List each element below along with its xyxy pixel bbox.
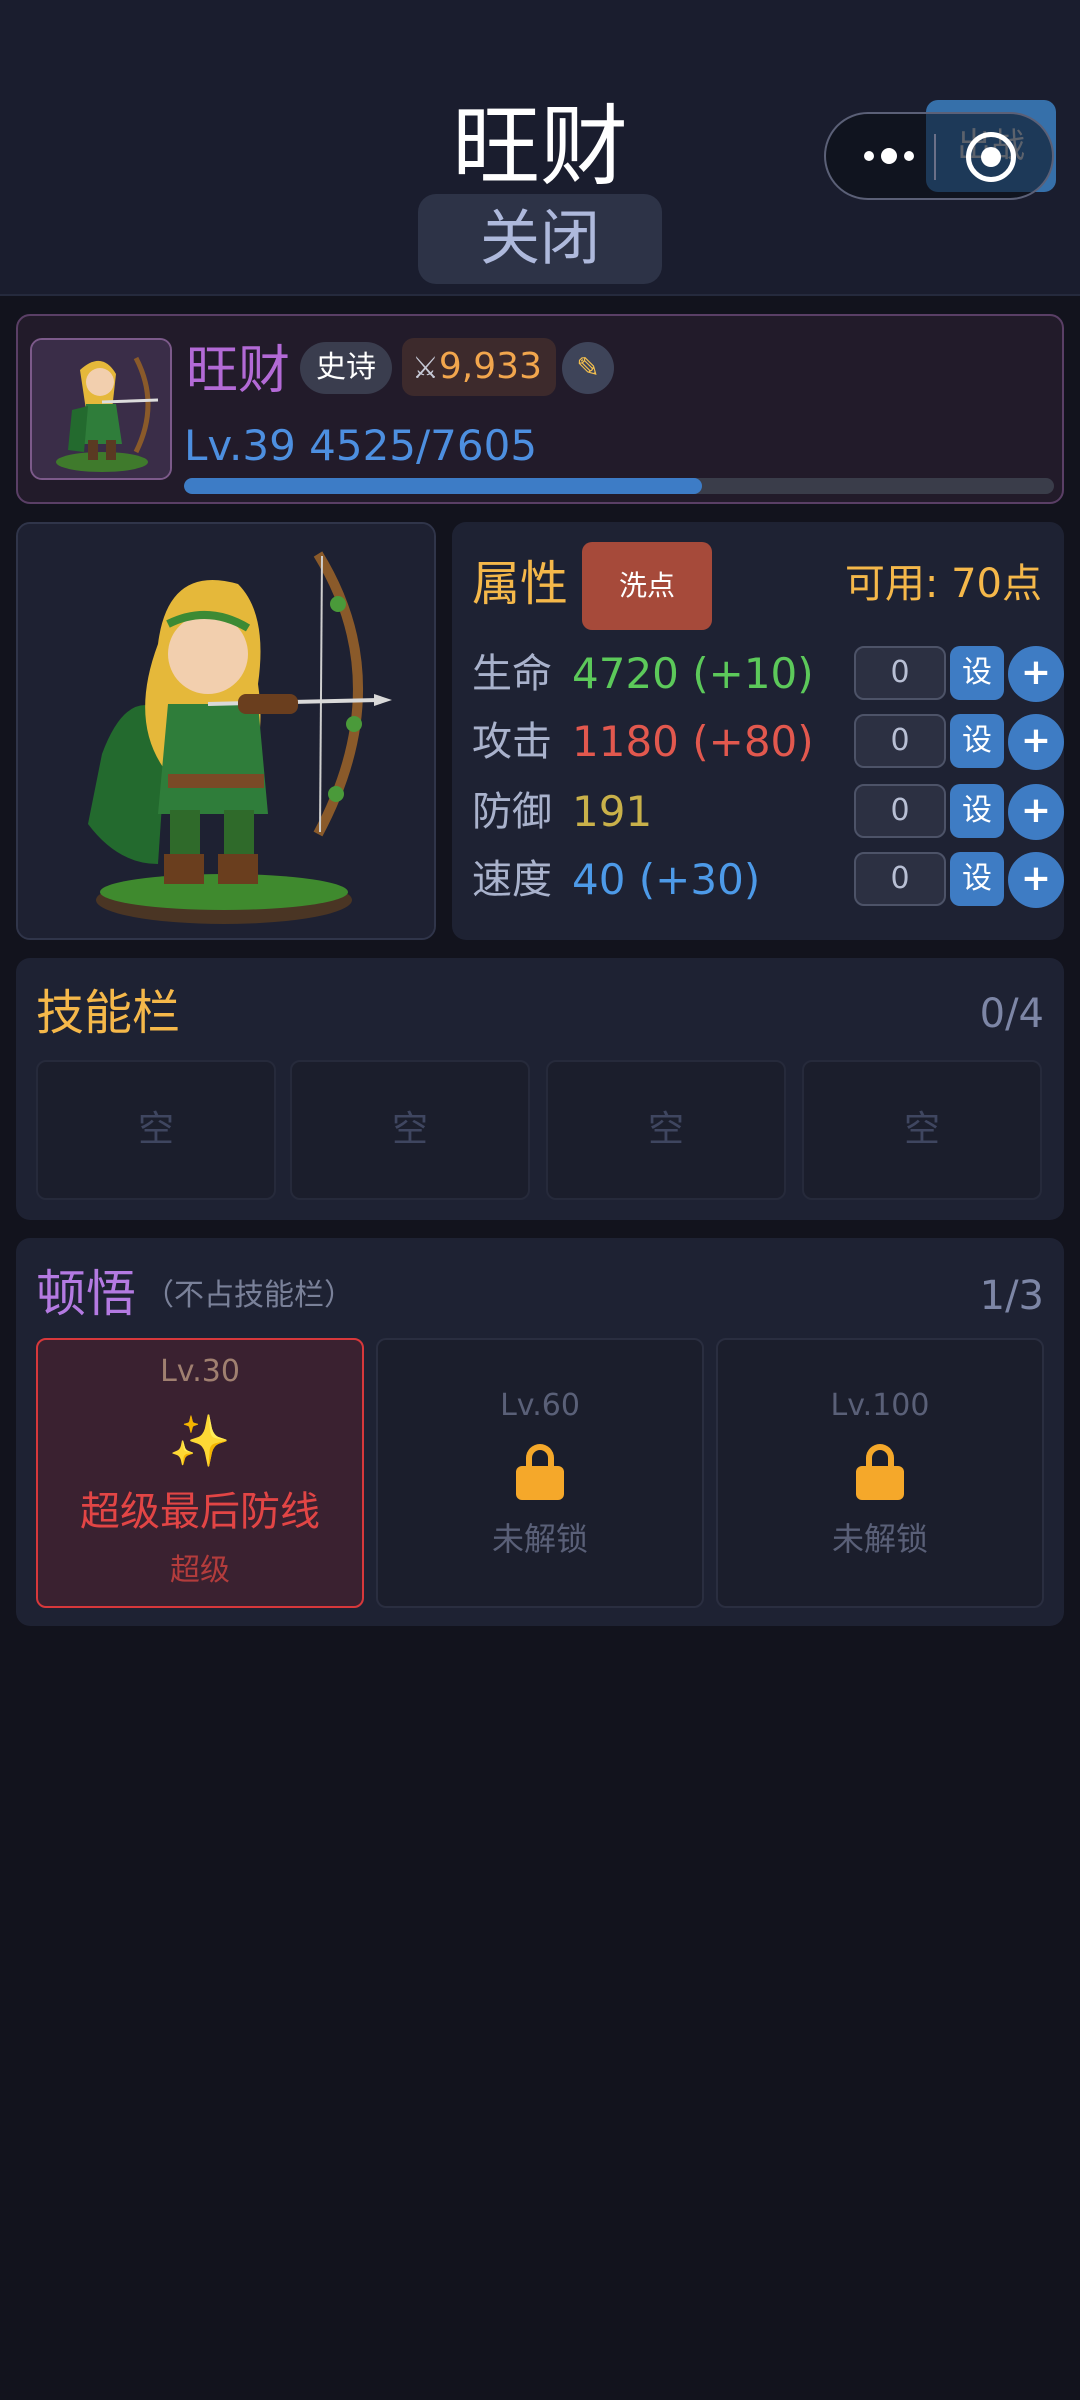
stat-set-button[interactable]: 设: [950, 852, 1004, 906]
close-button[interactable]: 关闭: [418, 194, 662, 284]
stat-value: 40 (+30): [572, 855, 761, 904]
card-level: Lv.60: [500, 1388, 580, 1423]
stat-row-defense: 防御 191 0 设 +: [472, 782, 1064, 842]
edit-name-button[interactable]: ✎: [562, 342, 614, 394]
skill-slot[interactable]: 空: [36, 1060, 276, 1200]
card-level: Lv.100: [830, 1388, 930, 1423]
stat-row-attack: 攻击 1180 (+80) 0 设 +: [472, 712, 1064, 772]
exit-target-icon[interactable]: [966, 132, 1016, 182]
card-level: Lv.30: [160, 1354, 240, 1389]
enlightenment-subtitle: （不占技能栏）: [144, 1278, 354, 1313]
stat-set-button[interactable]: 设: [950, 714, 1004, 768]
level-xp-text: Lv.39 4525/7605: [184, 421, 538, 470]
skill-bar-title: 技能栏: [36, 985, 181, 1041]
enlightenment-card-unlocked[interactable]: Lv.30 ✨ 超级最后防线 超级: [36, 1338, 364, 1608]
stat-label: 速度: [472, 857, 552, 903]
attributes-title: 属性: [472, 556, 569, 612]
stat-set-button[interactable]: 设: [950, 784, 1004, 838]
lock-icon: [516, 1444, 564, 1500]
enlightenment-card-locked[interactable]: Lv.100 未解锁: [716, 1338, 1044, 1608]
stat-value: 1180 (+80): [572, 717, 814, 766]
hero-profile-card: 旺财 史诗 ⚔9,933 ✎ Lv.39 4525/7605: [16, 314, 1064, 504]
crossed-swords-icon: ⚔: [412, 351, 439, 386]
power-badge: ⚔9,933: [402, 338, 556, 396]
lock-icon: [856, 1444, 904, 1500]
locked-text: 未解锁: [831, 1520, 928, 1558]
sparkles-icon: ✨: [168, 1412, 232, 1470]
rarity-badge: 史诗: [300, 342, 392, 394]
stat-set-button[interactable]: 设: [950, 646, 1004, 700]
enlightenment-card-locked[interactable]: Lv.60 未解锁: [376, 1338, 704, 1608]
stat-value: 4720 (+10): [572, 649, 814, 698]
stat-value: 191: [572, 787, 653, 836]
stat-plus-button[interactable]: +: [1008, 646, 1064, 702]
skill-slot[interactable]: 空: [290, 1060, 530, 1200]
more-icon[interactable]: [854, 114, 924, 198]
stat-label: 攻击: [472, 719, 552, 765]
stat-points-input[interactable]: 0: [854, 784, 946, 838]
stat-row-hp: 生命 4720 (+10) 0 设 +: [472, 644, 1064, 704]
stat-label: 防御: [472, 789, 552, 835]
reset-points-button[interactable]: 洗点: [582, 542, 712, 630]
skill-bar-count: 0/4: [979, 991, 1044, 1037]
xp-progress-fill: [184, 478, 702, 494]
stat-points-input[interactable]: 0: [854, 852, 946, 906]
enlightenment-panel: 顿悟 （不占技能栏） 1/3 Lv.30 ✨ 超级最后防线 超级 Lv.60 未…: [16, 1238, 1064, 1626]
hero-avatar[interactable]: [30, 338, 172, 480]
hero-portrait: [16, 522, 436, 940]
stat-points-input[interactable]: 0: [854, 714, 946, 768]
stat-plus-button[interactable]: +: [1008, 852, 1064, 908]
page-header: 旺财 关闭 出战: [0, 0, 1080, 296]
available-points: 可用: 70点: [844, 561, 1042, 607]
enlightenment-skill-name: 超级最后防线: [80, 1489, 320, 1535]
pencil-icon: ✎: [576, 351, 600, 384]
skill-slot[interactable]: 空: [546, 1060, 786, 1200]
stat-points-input[interactable]: 0: [854, 646, 946, 700]
xp-progress-bar: [184, 478, 1054, 494]
enlightenment-title: 顿悟: [36, 1265, 136, 1323]
enlightenment-skill-tier: 超级: [170, 1553, 230, 1588]
locked-text: 未解锁: [491, 1520, 588, 1558]
hero-name: 旺财: [186, 341, 291, 401]
enlightenment-count: 1/3: [979, 1273, 1044, 1319]
stat-plus-button[interactable]: +: [1008, 784, 1064, 840]
power-value: 9,933: [438, 346, 542, 387]
skill-slot[interactable]: 空: [802, 1060, 1042, 1200]
attributes-panel: 属性 洗点 可用: 70点 生命 4720 (+10) 0 设 + 攻击 118…: [452, 522, 1064, 940]
stat-row-speed: 速度 40 (+30) 0 设 +: [472, 850, 1064, 910]
stat-label: 生命: [472, 651, 552, 697]
stat-plus-button[interactable]: +: [1008, 714, 1064, 770]
skill-bar-panel: 技能栏 0/4 空 空 空 空: [16, 958, 1064, 1220]
miniprogram-capsule: [824, 112, 1054, 200]
capsule-divider: [934, 134, 936, 180]
